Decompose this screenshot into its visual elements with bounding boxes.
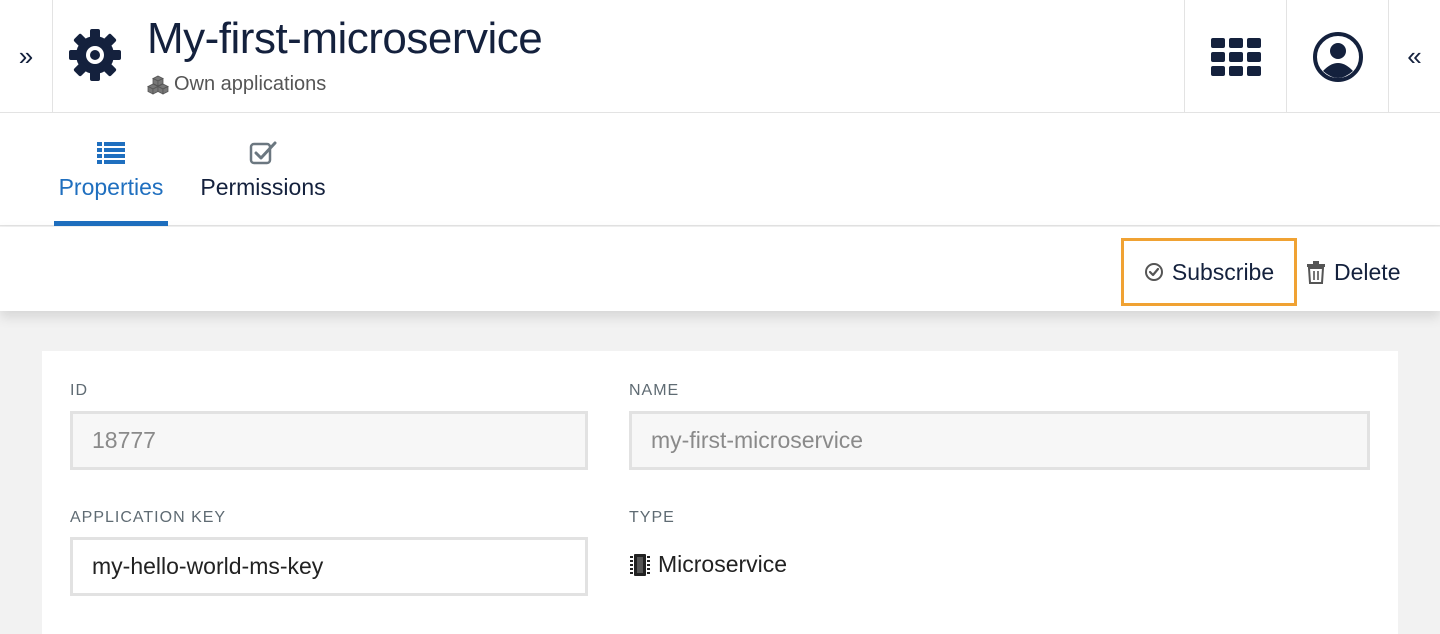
id-label: ID xyxy=(70,382,88,399)
expand-navigator-button[interactable]: » xyxy=(0,0,53,113)
list-icon xyxy=(97,142,125,164)
tab-properties[interactable]: Properties xyxy=(54,113,168,226)
collapse-panel-button[interactable]: « xyxy=(1388,0,1440,113)
type-value: Microservice xyxy=(630,551,787,578)
tab-permissions[interactable]: Permissions xyxy=(195,113,331,226)
subscribe-label: Subscribe xyxy=(1171,258,1275,285)
breadcrumb-label: Own applications xyxy=(174,73,327,95)
tab-bar: Properties Permissions xyxy=(0,113,1440,226)
chip-icon xyxy=(630,553,650,576)
tab-label: Properties xyxy=(58,174,164,200)
tab-label: Permissions xyxy=(200,174,326,200)
type-label: TYPE xyxy=(629,509,675,526)
id-field: 18777 xyxy=(70,411,588,470)
gear-icon xyxy=(69,29,121,81)
name-field: my-first-microservice xyxy=(629,411,1370,470)
user-avatar-icon xyxy=(1312,31,1363,82)
delete-button[interactable]: Delete xyxy=(1306,238,1410,306)
checkbox-icon xyxy=(249,141,277,165)
cubes-icon xyxy=(147,75,169,95)
name-label: NAME xyxy=(629,382,680,399)
action-bar: Subscribe Delete xyxy=(0,227,1440,311)
double-chevron-right-icon: » xyxy=(18,41,34,71)
double-chevron-left-icon: « xyxy=(1407,41,1422,71)
user-menu-button[interactable] xyxy=(1286,0,1388,113)
delete-label: Delete xyxy=(1334,258,1401,285)
subscribe-button[interactable]: Subscribe xyxy=(1121,238,1297,306)
trash-icon xyxy=(1307,261,1325,284)
check-circle-icon xyxy=(1144,263,1163,281)
application-key-field[interactable]: my-hello-world-ms-key xyxy=(70,537,588,596)
properties-form: ID 18777 NAME my-first-microservice APPL… xyxy=(42,351,1398,634)
app-switcher-button[interactable] xyxy=(1184,0,1286,113)
application-key-label: APPLICATION KEY xyxy=(70,509,227,526)
type-text: Microservice xyxy=(658,551,788,577)
page-title: My-first-microservice xyxy=(147,14,543,63)
app-header: » My-first-microservice Own applications… xyxy=(0,0,1440,113)
grid-icon xyxy=(1210,37,1261,76)
breadcrumb[interactable]: Own applications xyxy=(147,73,326,96)
